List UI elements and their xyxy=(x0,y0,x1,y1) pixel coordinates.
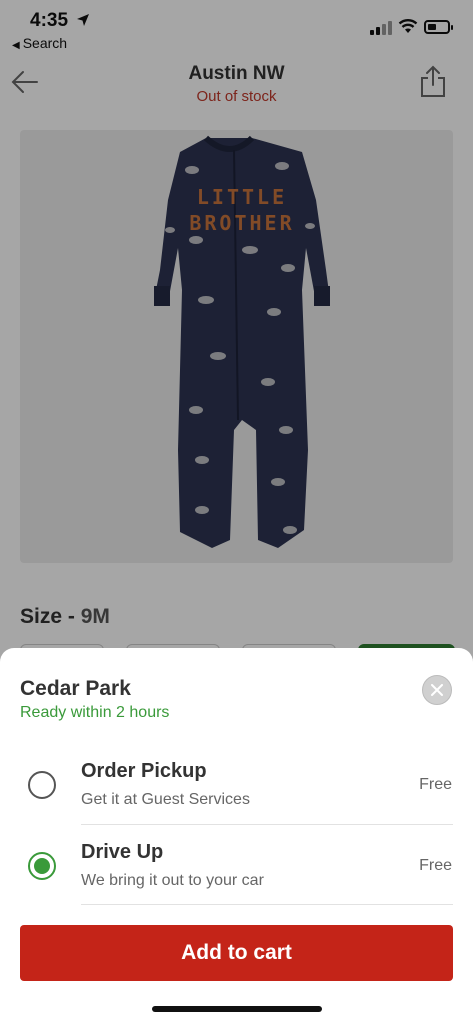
option-price: Free xyxy=(419,857,452,874)
close-button[interactable] xyxy=(422,675,452,705)
option-subtitle: Get it at Guest Services xyxy=(81,791,250,808)
option-divider xyxy=(81,824,453,825)
home-indicator xyxy=(152,1006,322,1012)
add-to-cart-button[interactable]: Add to cart xyxy=(20,925,453,981)
close-icon xyxy=(431,684,443,696)
option-title: Drive Up xyxy=(81,841,164,863)
sheet-store-name: Cedar Park xyxy=(20,677,131,700)
option-price: Free xyxy=(419,776,452,793)
option-drive-up[interactable]: Drive Up We bring it out to your car Fre… xyxy=(0,829,473,909)
radio-selected-dot xyxy=(34,858,50,874)
option-subtitle: We bring it out to your car xyxy=(81,872,264,889)
ready-time: Ready within 2 hours xyxy=(20,704,170,721)
radio-order-pickup[interactable] xyxy=(28,771,56,799)
radio-drive-up[interactable] xyxy=(28,852,56,880)
option-divider xyxy=(81,904,453,905)
option-title: Order Pickup xyxy=(81,760,207,782)
option-order-pickup[interactable]: Order Pickup Get it at Guest Services Fr… xyxy=(0,748,473,828)
